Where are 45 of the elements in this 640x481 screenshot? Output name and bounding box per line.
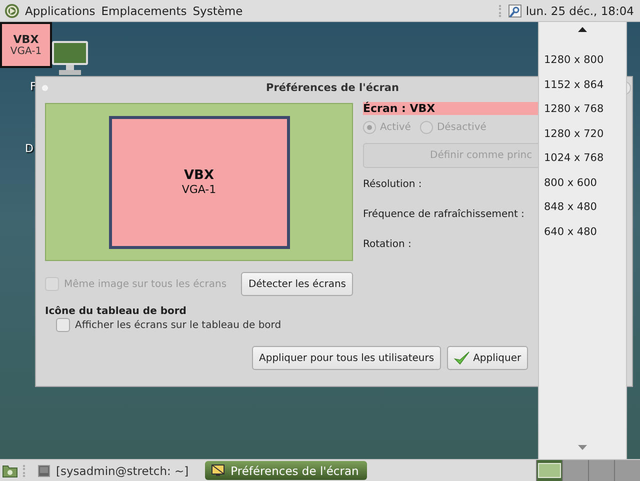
window-menu-dot[interactable] <box>42 85 48 91</box>
apply-all-button[interactable]: Appliquer pour tous les utilisateurs <box>252 346 442 370</box>
check-icon <box>454 351 470 365</box>
clock[interactable]: lun. 25 déc., 18:04 <box>526 4 634 18</box>
mirror-label: Même image sur tous les écrans <box>64 278 227 290</box>
computer-icon[interactable] <box>51 40 89 78</box>
setting-label: Rotation : <box>363 238 412 252</box>
resolution-option[interactable]: 1280 x 720 <box>539 122 626 146</box>
resolution-option[interactable]: 848 x 480 <box>539 195 626 220</box>
resolution-option[interactable]: 1280 x 800 <box>539 48 626 72</box>
monitor-rectangle[interactable]: VBX VGA-1 <box>108 116 290 248</box>
apply-button[interactable]: Appliquer <box>447 346 528 370</box>
panel-checkbox-label: Afficher les écrans sur le tableau de bord <box>75 320 282 330</box>
folder-icon[interactable] <box>2 464 18 478</box>
radio-label: Désactivé <box>436 122 486 132</box>
scroll-up-icon[interactable] <box>578 27 587 32</box>
window-title: Préférences de l'écran <box>266 82 399 94</box>
task-label: Préférences de l'écran <box>230 464 359 478</box>
detect-button[interactable]: Détecter les écrans <box>241 272 353 296</box>
resolution-option[interactable]: 800 x 600 <box>539 170 626 195</box>
resolution-option[interactable]: 640 x 480 <box>539 220 626 244</box>
radio-label: Activé <box>380 122 411 132</box>
taskbar-button[interactable]: [sysadmin@stretch: ~] <box>32 461 197 480</box>
display-icon <box>210 464 225 477</box>
logo-icon[interactable] <box>4 2 20 18</box>
monitor-output: VGA-1 <box>182 183 216 196</box>
menu-item[interactable]: Emplacements <box>101 4 187 18</box>
task-label: [sysadmin@stretch: ~] <box>56 464 189 478</box>
menu-item[interactable]: Applications <box>25 4 96 18</box>
scroll-down-icon[interactable] <box>578 445 587 450</box>
setting-label: Résolution : <box>363 178 422 192</box>
screen-name: VBX <box>13 33 39 46</box>
taskbar-button[interactable]: Préférences de l'écran <box>204 461 367 480</box>
menu-item[interactable]: Système <box>192 4 243 18</box>
setting-label: Fréquence de rafraîchissement : <box>363 208 524 222</box>
resolution-option[interactable]: 1152 x 864 <box>539 72 626 97</box>
monitor-name: VBX <box>184 168 214 183</box>
panel-checkbox[interactable] <box>56 318 70 332</box>
screen-output: VGA-1 <box>10 46 42 57</box>
workspace-button[interactable] <box>536 460 562 481</box>
resolution-option[interactable]: 1024 x 768 <box>539 146 626 170</box>
section-title: Icône du tableau de bord <box>45 306 188 317</box>
terminal-icon <box>38 464 50 476</box>
network-icon[interactable] <box>508 4 522 18</box>
desktop-icon-label[interactable]: D <box>25 142 34 155</box>
